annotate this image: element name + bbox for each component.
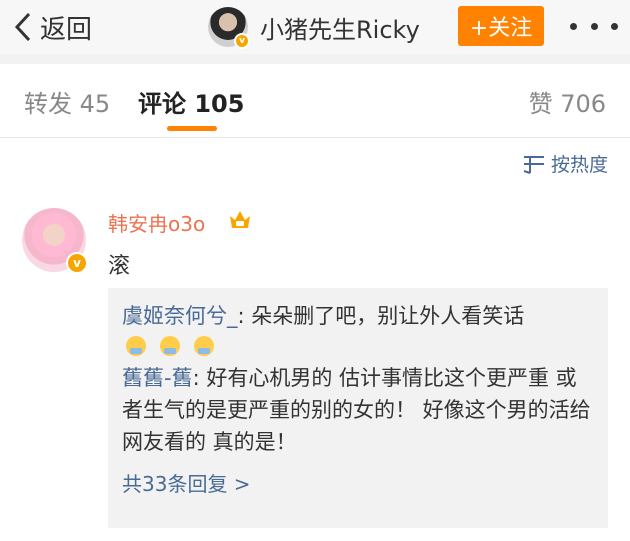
sort-bar: 按热度 [0, 138, 630, 190]
reply-author[interactable]: 虞姬奈何兮_ [122, 304, 238, 328]
emoji-icon [160, 336, 180, 356]
comment-author[interactable]: 韩安冉o3o [108, 208, 205, 237]
more-dots-icon[interactable] [570, 14, 618, 38]
comment-card: v 韩安冉o3o 滚 虞姬奈何兮_: 朵朵删了吧，别让外人看笑话 舊舊-舊: 好… [0, 190, 630, 541]
top-bar: 返回 v 小猪先生Ricky +关注 [0, 0, 630, 54]
comment-text: 滚 [108, 254, 131, 279]
reply-author[interactable]: 舊舊-舊 [122, 366, 193, 390]
avatar[interactable]: v [22, 208, 88, 274]
reply-box[interactable]: 虞姬奈何兮_: 朵朵删了吧，别让外人看笑话 舊舊-舊: 好有心机男的 估计事情比… [108, 288, 608, 528]
sort-button[interactable]: 按热度 [523, 150, 608, 177]
verified-icon: v [66, 252, 88, 274]
back-button[interactable]: 返回 [14, 8, 92, 46]
reply-item[interactable]: 虞姬奈何兮_: 朵朵删了吧，别让外人看笑话 [122, 300, 594, 332]
verified-icon: v [234, 33, 250, 49]
tab-bar: 转发 45 评论 105 赞 706 [0, 64, 630, 138]
header-user-name[interactable]: 小猪先生Ricky [260, 10, 420, 45]
tab-repost[interactable]: 转发 45 [24, 84, 110, 119]
more-replies-link[interactable]: 共33条回复 > [122, 468, 594, 497]
follow-button[interactable]: +关注 [458, 6, 544, 46]
sort-label: 按热度 [550, 154, 608, 176]
tab-active-indicator [167, 126, 217, 131]
emoji-row [126, 336, 594, 356]
reply-separator: : [237, 304, 245, 328]
crown-badge-icon [230, 211, 250, 228]
chevron-left-icon [14, 12, 31, 42]
tab-like[interactable]: 赞 706 [529, 84, 606, 119]
reply-separator: : [192, 366, 200, 390]
back-label: 返回 [40, 14, 93, 45]
reply-item[interactable]: 舊舊-舊: 好有心机男的 估计事情比这个更严重 或者生气的是更严重的别的女的！ … [122, 362, 594, 458]
avatar[interactable]: v [208, 7, 250, 49]
emoji-icon [126, 336, 146, 356]
sort-icon [523, 155, 544, 174]
tab-comment[interactable]: 评论 105 [138, 84, 244, 119]
emoji-icon [194, 336, 214, 356]
header-user[interactable]: v 小猪先生Ricky [208, 6, 420, 49]
reply-text: 朵朵删了吧，别让外人看笑话 [244, 304, 525, 328]
